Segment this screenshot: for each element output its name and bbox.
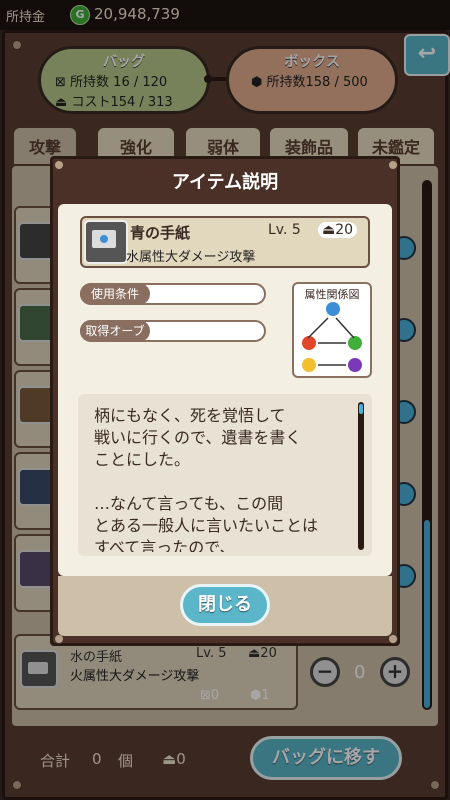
close-button[interactable]: 閉じる — [180, 584, 270, 626]
flavor-scroll-thumb[interactable] — [359, 404, 363, 414]
flavor-line: 戦いに行くので、遺書を書く — [94, 428, 302, 447]
item-cost: ⏏20 — [318, 222, 358, 238]
flavor-scrollbar[interactable] — [358, 402, 364, 550]
modal-title: アイテム説明 — [171, 172, 279, 193]
element-arrows-icon — [307, 317, 355, 366]
use-condition-label: 使用条件 — [80, 283, 150, 305]
orb-label: 取得オーブ — [80, 320, 150, 342]
flavor-line: 柄にもなく、死を覚悟して — [94, 406, 286, 425]
flavor-line: ことにした。 — [94, 450, 191, 469]
rivet-icon — [388, 634, 398, 644]
item-level: Lv. 5 — [268, 222, 301, 238]
flavor-line: …なんて言っても、この間 — [94, 494, 284, 513]
item-name: 青の手紙 — [130, 224, 191, 242]
water-seal-icon — [100, 235, 108, 243]
flavor-line: とある一般人に言いたいことは — [94, 516, 319, 535]
item-description: 水属性大ダメージ攻撃 — [126, 250, 256, 265]
flavor-line: すべて言ったので、 — [94, 538, 236, 552]
weight-icon: ⏏ — [322, 222, 336, 238]
